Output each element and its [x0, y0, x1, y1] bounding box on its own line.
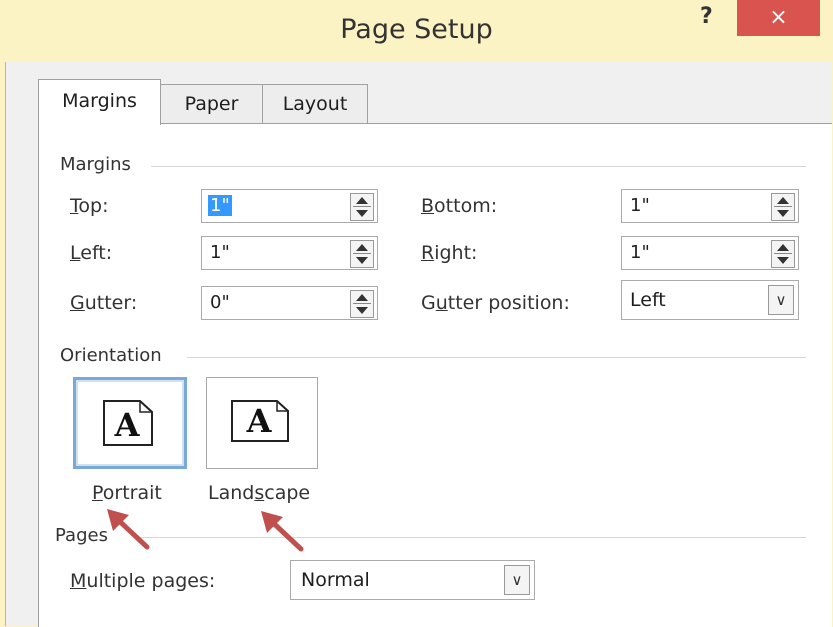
help-icon[interactable]: ? [700, 4, 713, 29]
spin-buttons[interactable] [771, 193, 795, 221]
left-label: Left: [70, 242, 113, 264]
svg-text:A: A [246, 402, 273, 440]
spin-up-icon[interactable] [777, 244, 789, 251]
multiple-pages-select[interactable]: Normal ∨ [290, 560, 535, 600]
portrait-label: Portrait [92, 482, 162, 504]
margins-panel: Margins Top: 1" Bottom: 1" Left: 1" Righ… [38, 123, 832, 627]
left-margin-value[interactable]: 1" [210, 242, 230, 263]
gutter-value[interactable]: 0" [210, 292, 230, 313]
pages-divider [139, 537, 806, 538]
spin-down-icon[interactable] [356, 257, 368, 264]
close-button[interactable]: × [737, 0, 820, 36]
orientation-divider [187, 357, 806, 358]
spin-down-icon[interactable] [777, 210, 789, 217]
dropdown-icon[interactable]: ∨ [768, 285, 794, 315]
bottom-label: Bottom: [421, 195, 498, 217]
tab-margins[interactable]: Margins [38, 79, 161, 125]
spin-up-icon[interactable] [356, 294, 368, 301]
top-margin-value[interactable]: 1" [208, 195, 232, 216]
bottom-margin-value[interactable]: 1" [630, 195, 650, 216]
top-margin-spinner[interactable]: 1" [201, 189, 378, 223]
spin-buttons[interactable] [350, 240, 374, 268]
portrait-option[interactable]: A [73, 377, 187, 469]
portrait-page-icon: A [103, 400, 153, 446]
left-margin-spinner[interactable]: 1" [201, 236, 378, 270]
spin-down-icon[interactable] [356, 307, 368, 314]
gutter-position-select[interactable]: Left ∨ [621, 280, 799, 320]
spin-down-icon[interactable] [356, 210, 368, 217]
multiple-pages-label: Multiple pages: [70, 570, 216, 592]
spin-buttons[interactable] [350, 290, 374, 318]
multiple-pages-value: Normal [301, 569, 370, 591]
tab-layout[interactable]: Layout [262, 84, 368, 123]
dialog-body: Margins Paper Layout Margins Top: 1" Bot… [5, 62, 832, 627]
gutter-spinner[interactable]: 0" [201, 286, 378, 320]
tab-paper[interactable]: Paper [159, 84, 264, 123]
title-bar: Page Setup ? × [0, 0, 833, 62]
pages-group-label: Pages [55, 525, 108, 546]
spin-down-icon[interactable] [777, 257, 789, 264]
spin-buttons[interactable] [350, 193, 374, 221]
right-label: Right: [421, 242, 478, 264]
orientation-group-label: Orientation [60, 345, 162, 366]
top-label: Top: [70, 195, 109, 217]
gutter-position-label: Gutter position: [421, 292, 570, 314]
spin-buttons[interactable] [771, 240, 795, 268]
bottom-margin-spinner[interactable]: 1" [621, 189, 799, 223]
dropdown-icon[interactable]: ∨ [504, 565, 530, 595]
margins-divider [151, 166, 806, 167]
annotation-arrow-icon [107, 509, 150, 550]
landscape-option[interactable]: A [206, 377, 318, 469]
gutter-label: Gutter: [70, 292, 138, 314]
spin-up-icon[interactable] [356, 197, 368, 204]
spin-up-icon[interactable] [777, 197, 789, 204]
right-margin-value[interactable]: 1" [630, 242, 650, 263]
spin-up-icon[interactable] [356, 244, 368, 251]
landscape-page-icon: A [231, 400, 289, 442]
right-margin-spinner[interactable]: 1" [621, 236, 799, 270]
annotation-arrow-icon [261, 511, 304, 552]
gutter-position-value: Left [630, 289, 666, 311]
svg-text:A: A [114, 406, 141, 444]
margins-group-label: Margins [60, 154, 131, 175]
landscape-label: Landscape [208, 482, 311, 504]
